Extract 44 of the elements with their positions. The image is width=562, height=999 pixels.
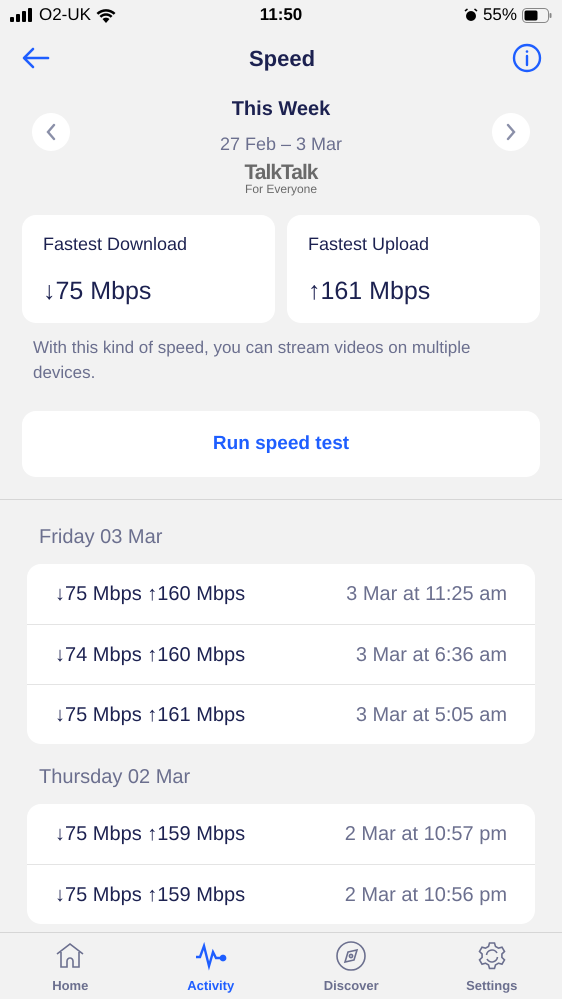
tab-item[interactable]: Home bbox=[0, 933, 140, 999]
test-time: 3 Mar at 11:25 am bbox=[346, 582, 507, 607]
result-row[interactable]: ↓75 Mbps ↑159 Mbps 2 Mar at 10:57 pm bbox=[27, 804, 535, 864]
next-button[interactable] bbox=[492, 113, 530, 151]
signal-icon bbox=[10, 8, 34, 22]
result-row[interactable]: ↓74 Mbps ↑160 Mbps 3 Mar at 6:36 am bbox=[27, 624, 535, 684]
speed-result: ↓75 Mbps ↑161 Mbps bbox=[55, 702, 246, 728]
speed-note: With this kind of speed, you can stream videos on multiple devices. bbox=[32, 337, 472, 384]
result-row[interactable]: ↓75 Mbps ↑161 Mbps 3 Mar at 5:05 am bbox=[27, 684, 535, 744]
test-time: 3 Mar at 5:05 am bbox=[356, 702, 507, 728]
clock-time: 11:50 bbox=[260, 4, 302, 26]
info-button[interactable] bbox=[512, 43, 542, 73]
stat-value: ↑161 Mbps bbox=[308, 276, 432, 306]
result-row[interactable]: ↓75 Mbps ↑159 Mbps 2 Mar at 10:56 pm bbox=[27, 864, 535, 924]
speed-result: ↓75 Mbps ↑159 Mbps bbox=[55, 822, 246, 847]
run-speed-test-button[interactable]: Run speed test bbox=[22, 411, 540, 477]
stat-label: Fastest Upload bbox=[308, 233, 430, 256]
tab-item[interactable]: Discover bbox=[281, 933, 422, 999]
test-time: 2 Mar at 10:56 pm bbox=[344, 882, 507, 908]
chevron-left-icon bbox=[45, 123, 57, 141]
speed-result: ↓75 Mbps ↑160 Mbps bbox=[55, 582, 246, 607]
date-range: 27 Feb – 3 Mar bbox=[220, 133, 342, 156]
tab-item[interactable]: Settings bbox=[422, 933, 562, 999]
speed-result: ↓75 Mbps ↑159 Mbps bbox=[55, 882, 246, 908]
previous-button[interactable] bbox=[32, 113, 70, 151]
result-row[interactable]: ↓75 Mbps ↑160 Mbps 3 Mar at 11:25 am bbox=[27, 564, 535, 624]
test-time: 2 Mar at 10:57 pm bbox=[344, 822, 507, 847]
tab-item[interactable]: Activity bbox=[140, 933, 281, 999]
day-heading: Thursday 02 Mar bbox=[38, 765, 192, 790]
battery-icon bbox=[522, 8, 552, 22]
alarm-icon bbox=[464, 8, 478, 22]
battery-percent: 55% bbox=[482, 4, 517, 26]
day-heading: Friday 03 Mar bbox=[38, 525, 164, 550]
brand-tagline: For Everyone bbox=[244, 183, 318, 195]
wifi-icon bbox=[96, 8, 116, 22]
chevron-right-icon bbox=[505, 123, 517, 141]
period-title: This Week bbox=[232, 97, 330, 122]
stat-label: Fastest Download bbox=[43, 233, 188, 256]
carrier-name: O2-UK bbox=[39, 4, 91, 26]
speed-result: ↓74 Mbps ↑160 Mbps bbox=[55, 642, 246, 668]
brand-logo: TalkTalk bbox=[244, 162, 318, 183]
stat-value: ↓75 Mbps bbox=[43, 276, 152, 306]
page-title: Speed bbox=[248, 44, 316, 73]
test-time: 3 Mar at 6:36 am bbox=[356, 642, 507, 668]
